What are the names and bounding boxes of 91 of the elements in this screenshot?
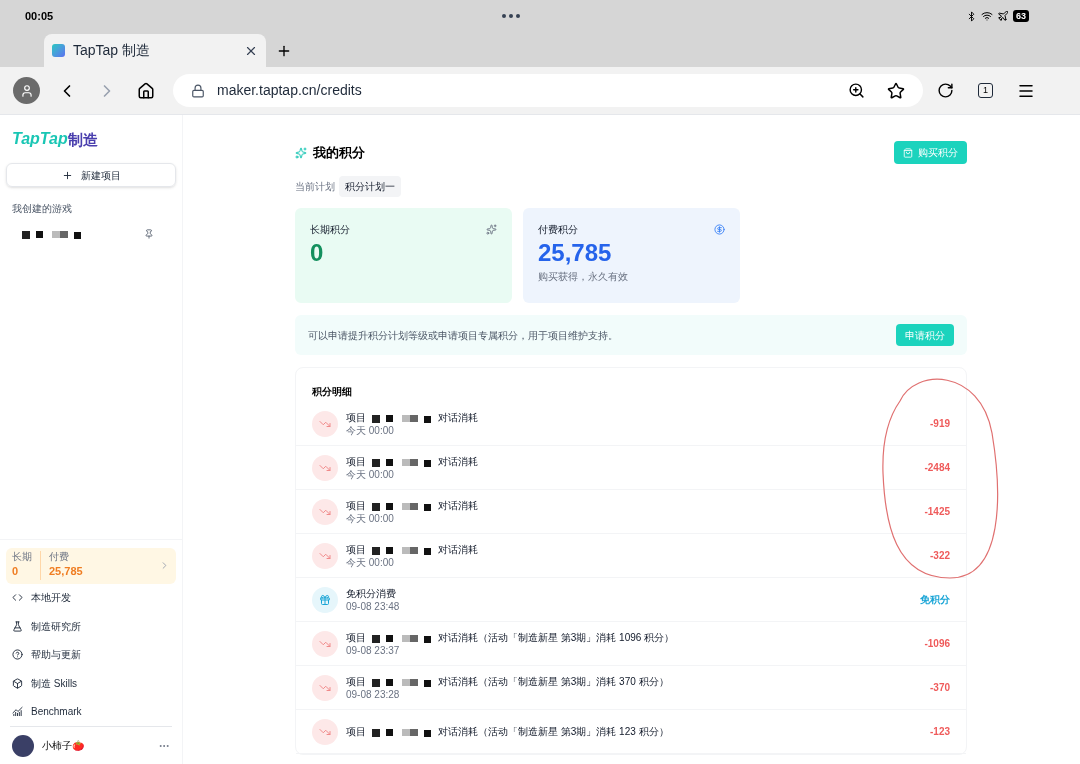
cube-icon: [12, 677, 23, 689]
entry-time: 今天 00:00: [346, 425, 395, 437]
chart-icon: [12, 706, 23, 718]
entry-time: 09-08 23:28: [346, 689, 401, 701]
trend-down-icon: [312, 542, 338, 569]
reload-icon[interactable]: [937, 82, 954, 99]
project-label: 项目: [346, 543, 366, 557]
credit-note: 购买获得，永久有效: [538, 270, 629, 284]
credit-amount: 免积分: [920, 593, 950, 607]
project-label: 项目: [346, 499, 366, 513]
credit-amount: -2484: [924, 461, 950, 475]
card-label: 长期积分: [310, 223, 350, 237]
gift-icon: [312, 586, 338, 613]
section-title: 我创建的游戏: [12, 202, 73, 216]
app-logo-icon: [52, 44, 65, 57]
credit-label: 长期: [12, 551, 32, 564]
coin-icon: [714, 224, 725, 235]
detail-title: 积分明细: [312, 386, 352, 397]
battery-level: 63: [1013, 10, 1029, 22]
notice-text: 可以申请提升积分计划等级或申请项目专属积分，用于项目维护支持。: [308, 328, 618, 343]
credit-amount: -123: [930, 725, 950, 739]
status-time: 00:05: [25, 8, 54, 24]
tab-count[interactable]: 1: [978, 83, 993, 98]
page-title: 我的积分: [313, 143, 365, 162]
credit-amount: -919: [930, 417, 950, 431]
project-label: 项目: [346, 631, 366, 645]
bookmark-icon[interactable]: [887, 81, 905, 100]
bag-icon: [903, 147, 913, 158]
avatar[interactable]: [12, 734, 34, 757]
sparkle-icon: [486, 224, 497, 235]
trend-down-icon: [312, 718, 338, 745]
entry-time: 09-08 23:48: [346, 601, 400, 613]
credit-amount: -1096: [924, 637, 950, 651]
trend-down-icon: [312, 630, 338, 657]
nav-item[interactable]: 本地开发: [0, 583, 182, 612]
plan-name: 积分计划一: [339, 176, 401, 197]
help-icon: [12, 649, 23, 661]
nav-item[interactable]: Benchmark: [0, 697, 182, 726]
card-label: 付费积分: [538, 223, 578, 237]
entry-time: 今天 00:00: [346, 469, 395, 481]
credit-value: 25,785: [538, 238, 613, 268]
address-bar[interactable]: maker.taptap.cn/credits: [173, 74, 923, 107]
credit-amount: -322: [930, 549, 950, 563]
entry-time: 09-08 23:37: [346, 645, 401, 657]
zoom-icon[interactable]: [848, 82, 865, 99]
home-icon[interactable]: [137, 81, 155, 100]
entry-description: 对话消耗（活动「制造新星 第3期」消耗 123 积分）: [438, 725, 669, 739]
nav-item[interactable]: 制造 Skills: [0, 669, 182, 698]
nav-item[interactable]: 帮助与更新: [0, 640, 182, 669]
plus-icon: [61, 169, 73, 181]
trend-down-icon: [312, 674, 338, 701]
new-tab-icon[interactable]: [276, 43, 292, 59]
more-icon: [502, 14, 521, 18]
sparkle-icon: [295, 146, 307, 159]
trend-down-icon: [312, 410, 338, 437]
entry-description: 对话消耗（活动「制造新星 第3期」消耗 370 积分）: [438, 675, 669, 689]
project-label: 项目: [346, 411, 366, 425]
wifi-icon: [981, 10, 993, 22]
entry-description: 对话消耗: [438, 543, 478, 557]
entry-time: 今天 00:00: [346, 557, 395, 569]
bluetooth-icon: [966, 10, 977, 22]
project-label: 项目: [346, 455, 366, 469]
entry-description: 对话消耗: [438, 411, 478, 425]
trend-down-icon: [312, 498, 338, 525]
flask-icon: [12, 620, 23, 632]
entry-description: 免积分消费: [346, 587, 396, 601]
project-label: 项目: [346, 725, 366, 739]
project-label: 项目: [346, 675, 366, 689]
lock-icon: [191, 83, 205, 98]
new-project-button[interactable]: 新建项目: [6, 163, 176, 187]
entry-description: 对话消耗: [438, 455, 478, 469]
pin-icon[interactable]: [144, 229, 154, 239]
pixelated-name-drawing: [20, 228, 84, 240]
code-icon: [12, 592, 23, 604]
credit-amount: -370: [930, 681, 950, 695]
brand-logo-suffix: 制造: [67, 129, 98, 150]
credit-amount: -1425: [924, 505, 950, 519]
user-name: 小柿子🍅: [42, 739, 84, 753]
trend-down-icon: [312, 454, 338, 481]
nav-item[interactable]: 制造研究所: [0, 612, 182, 641]
credit-label: 付费: [49, 551, 70, 564]
airplane-icon: [997, 10, 1009, 22]
profile-icon[interactable]: [13, 77, 40, 104]
credit-value: 0: [310, 238, 325, 268]
entry-description: 对话消耗: [438, 499, 478, 513]
entry-description: 对话消耗（活动「制造新星 第3期」消耗 1096 积分）: [438, 631, 675, 645]
credits-summary[interactable]: 长期 0 付费 25,785: [6, 547, 176, 584]
entry-time: 今天 00:00: [346, 513, 395, 525]
plan-label: 当前计划: [295, 180, 335, 194]
brand-logo: TapTap: [12, 129, 68, 147]
browser-tab[interactable]: TapTap 制造: [44, 34, 266, 67]
